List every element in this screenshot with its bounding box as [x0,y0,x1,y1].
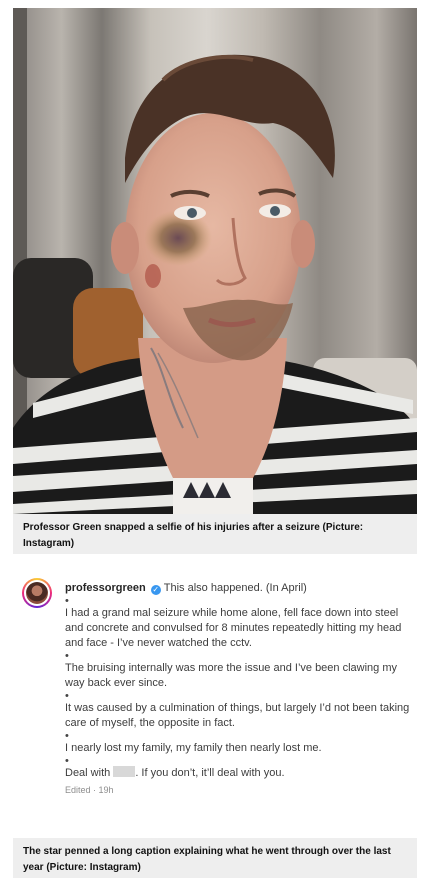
last-line-end: . If you don’t, it’ll deal with you. [135,767,285,779]
post-caption: professorgreen ✓ This also happened. (In … [65,581,411,798]
selfie-illustration [13,8,417,514]
selfie-photo [13,8,417,514]
post-paragraph: I had a grand mal seizure while home alo… [65,607,402,649]
bullet: • [65,755,69,767]
post-caption-credit: The star penned a long caption explainin… [13,838,417,878]
post-paragraph: It was caused by a culmination of things… [65,702,410,729]
avatar[interactable] [22,578,52,608]
post-intro: This also happened. (In April) [163,582,307,594]
bullet: • [65,595,69,607]
redacted-word [113,766,136,777]
instagram-post: professorgreen ✓ This also happened. (In … [13,570,417,832]
post-header: professorgreen ✓ This also happened. (In … [65,581,411,596]
last-line-start: Deal with [65,767,111,779]
bullet: • [65,650,69,662]
post-last-line: Deal with . If you don’t, it’ll deal wit… [65,766,411,781]
post-paragraph: I nearly lost my family, my family then … [65,742,322,754]
post-paragraph: The bruising internally was more the iss… [65,662,397,689]
bullet: • [65,690,69,702]
username-link[interactable]: professorgreen [65,582,146,594]
edited-timestamp: Edited · 19h [65,785,114,795]
bullet: • [65,730,69,742]
avatar-image [26,582,48,604]
verified-badge-icon: ✓ [150,585,161,595]
photo-caption: Professor Green snapped a selfie of his … [13,514,417,554]
